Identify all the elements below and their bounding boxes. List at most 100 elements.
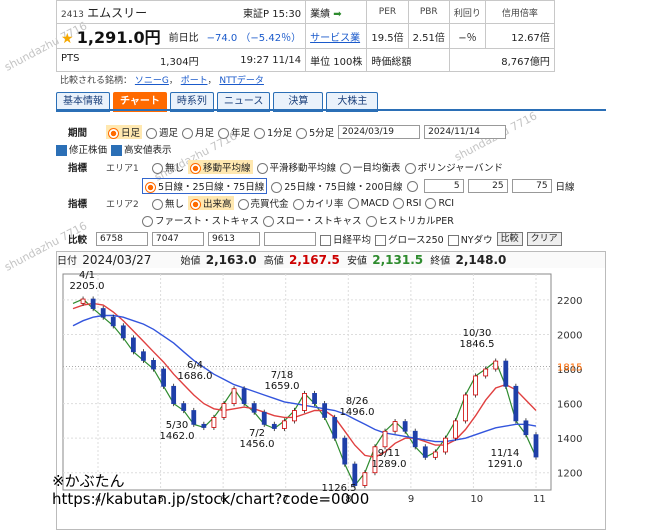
annotation-date: 8/26 [346,396,368,407]
adjust-checkbox[interactable]: 修正株価 [56,142,107,156]
date-from-input[interactable]: 2024/03/19 [338,125,421,139]
annotation-value: 1659.0 [265,381,300,392]
a2-slow-stoch[interactable]: スロー・ストキャス [263,213,362,227]
highlow-checkbox[interactable]: 高安値表示 [111,142,172,156]
ma-row: 5日線・25日線・75日線 25日線・75日線・200日線 5 25 75 日線 [142,178,575,194]
candle-body [432,451,438,458]
period-5min[interactable]: 5分足 [296,125,334,139]
y-tick-label: 1600 [557,400,582,411]
quote-time: 15:30 [272,8,302,20]
a2-volume[interactable]: 出来高 [188,196,234,210]
candle-body [251,403,257,413]
ohlc-close-label: 終値 [430,256,451,267]
ma-custom-radio[interactable] [406,180,418,192]
a1-none[interactable]: 無し [152,160,184,174]
compare-input-3[interactable]: 9613 [208,232,260,246]
ohlc-low-label: 安値 [347,256,368,267]
market: 東証P [243,8,270,20]
compare-link-2[interactable]: ポート [181,76,208,86]
a1-ma[interactable]: 移動平均線 [188,160,253,174]
compare-link-3[interactable]: NTTデータ [219,76,264,86]
candle-body [241,388,247,404]
cmp-nikkei[interactable]: 日経平均 [320,232,371,246]
y-tick-label: 1200 [557,469,582,480]
period-daily[interactable]: 日足 [106,125,143,139]
a1-bollinger[interactable]: ボリンジャーバンド [404,160,503,174]
a2-turnover[interactable]: 売買代金 [237,196,289,210]
candle-body [312,393,317,405]
ohlc-high-label: 高値 [263,256,284,267]
ma-input-2[interactable]: 25 [467,179,508,193]
a2-rsi[interactable]: RSI [393,197,421,209]
yield-label: 利回り [448,0,486,24]
period-weekly[interactable]: 週足 [146,125,178,139]
ohlc-high: 2,167.5 [288,253,340,267]
area1-row: 指標 エリア1 無し 移動平均線 平滑移動平均線 一目均衡表 ボリンジャーバンド [68,160,503,174]
ma25-line [72,302,537,458]
compare-input-1[interactable]: 6758 [96,232,148,246]
annotation-value: 1496.0 [340,407,375,418]
candle-body [493,360,499,370]
a2-hist-per[interactable]: ヒストリカルPER [365,213,454,227]
cmp-nydow[interactable]: NYダウ [447,232,493,246]
a2-macd[interactable]: MACD [347,197,389,209]
price: 1,291.0円 [76,28,161,47]
compare-input-4[interactable] [264,232,316,246]
annotation-value: 1846.5 [460,339,495,350]
prev-label: 前日比 [168,32,199,44]
candle-body [463,394,468,422]
candle-body [231,388,237,404]
candle-body [412,430,418,448]
tab-underline [56,109,606,111]
compare-button[interactable]: 比較 [496,232,523,246]
ma-input-1[interactable]: 5 [423,179,464,193]
compare-label: 比較される銘柄 [60,76,124,86]
candle-body [100,308,106,318]
a2-none[interactable]: 無し [152,196,184,210]
annotation-date: 11/14 [491,448,520,459]
margin: 12.67倍 [484,23,555,49]
candle-body [503,360,509,387]
ohlc-date-label: 日付 [57,256,77,267]
a1-ichimoku[interactable]: 一目均衡表 [340,160,401,174]
candle-body [523,420,529,436]
candle-body [221,403,227,418]
pts-price: 1,304円 [159,56,199,68]
candle-body [322,403,328,418]
annotation-value: 1462.0 [160,431,195,442]
period-label: 期間 [68,128,88,139]
period-row: 期間 日足 週足 月足 年足 1分足 5分足 2024/03/19 2024/1… [68,125,507,139]
favorite-star-icon[interactable]: ★ [61,31,74,47]
compare-row: 比較 6758 7047 9613 日経平均 グロース250 NYダウ 比較 ク… [68,232,562,246]
annotation-date: 4/1 [79,270,95,281]
period-1min[interactable]: 1分足 [254,125,292,139]
x-tick-label: 11 [533,494,546,505]
a2-deviation[interactable]: カイリ率 [292,196,344,210]
cmp-growth[interactable]: グロース250 [375,232,444,246]
period-yearly[interactable]: 年足 [218,125,250,139]
x-tick-label: 9 [408,494,414,505]
ma-5-25-75[interactable]: 5日線・25日線・75日線 [142,178,268,194]
a1-sma[interactable]: 平滑移動平均線 [256,160,336,174]
ohlc-open: 2,163.0 [205,253,257,267]
period-monthly[interactable]: 月足 [182,125,214,139]
ma-25-75-200[interactable]: 25日線・75日線・200日線 [271,179,403,193]
a2-rci[interactable]: RCI [425,197,454,209]
current-price-label: 1815 [557,362,582,373]
annotation-value: 1291.0 [488,459,523,470]
ma-input-3[interactable]: 75 [511,179,552,193]
change: −74.0 [206,32,238,44]
annotation-value: 1289.0 [372,459,407,470]
change-pct: （−5.42％） [240,32,302,44]
results-link[interactable]: 業績 [310,9,330,20]
a2-fast-stoch[interactable]: ファースト・ストキャス [142,213,259,227]
compare-link-1[interactable]: ソニーG [135,76,169,86]
y-tick-label: 1400 [557,434,582,445]
compare-input-2[interactable]: 7047 [152,232,204,246]
y-tick-label: 2200 [557,296,582,307]
area2-label: エリア2 [106,199,139,210]
date-to-input[interactable]: 2024/11/14 [424,125,507,139]
candle-body [120,325,126,339]
sector-link[interactable]: サービス業 [310,33,360,44]
clear-button[interactable]: クリア [526,232,562,246]
